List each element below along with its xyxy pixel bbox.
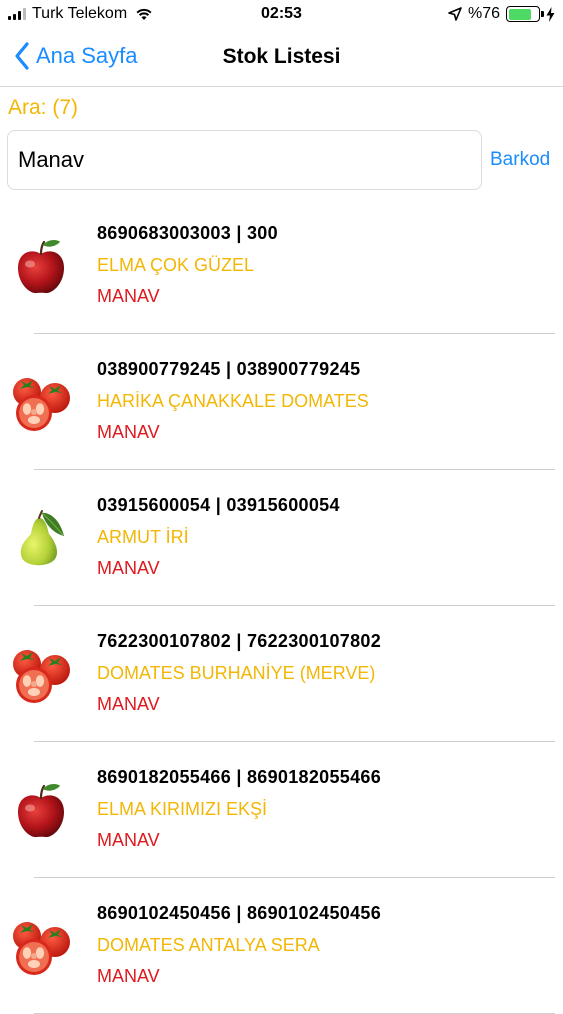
back-button-label: Ana Sayfa: [36, 43, 138, 68]
product-list: 8690683003003 | 300 ELMA ÇOK GÜZEL MANAV 0…: [0, 198, 563, 1014]
search-count-label: Ara: (7): [8, 96, 79, 119]
carrier-name: Turk Telekom: [32, 5, 128, 22]
product-name: DOMATES ANTALYA SERA: [97, 935, 320, 955]
barcode-button[interactable]: Barkod: [490, 149, 550, 171]
battery-icon: [506, 6, 544, 22]
wifi-icon: [136, 8, 152, 20]
list-item[interactable]: 8690102450456 | 8690102450456 DOMATES ANT…: [0, 878, 563, 1014]
location-arrow-icon: [448, 7, 462, 21]
back-button[interactable]: Ana Sayfa: [14, 42, 138, 70]
product-code: 03915600054 | 03915600054: [97, 495, 340, 515]
apple-icon: [10, 236, 72, 298]
status-right: %76: [448, 5, 555, 23]
list-item[interactable]: 03915600054 | 03915600054 ARMUT İRİ MANAV: [0, 470, 563, 606]
charging-bolt-icon: [546, 6, 555, 22]
product-code: 8690102450456 | 8690102450456: [97, 903, 382, 923]
product-category: MANAV: [97, 966, 160, 986]
product-category: MANAV: [97, 422, 160, 442]
product-category: MANAV: [97, 830, 160, 850]
navigation-bar: Ana Sayfa Stok Listesi: [0, 30, 563, 87]
status-bar: Turk Telekom 02:53 %76: [0, 0, 563, 30]
tomato-icon: [10, 916, 72, 978]
list-item[interactable]: 8690683003003 | 300 ELMA ÇOK GÜZEL MANAV: [0, 198, 563, 334]
tomato-icon: [10, 372, 72, 434]
product-code: 8690182055466 | 8690182055466: [97, 767, 382, 787]
product-code: 8690683003003 | 300: [97, 223, 278, 243]
carrier-info: Turk Telekom: [8, 5, 153, 23]
product-name: ELMA ÇOK GÜZEL: [97, 255, 255, 275]
signal-strength-icon: [8, 8, 26, 20]
product-code: 038900779245 | 038900779245: [97, 359, 361, 379]
apple-icon: [10, 780, 72, 842]
product-name: ELMA KIRIMIZI EKŞİ: [97, 799, 268, 819]
list-item[interactable]: 038900779245 | 038900779245 HARİKA ÇANAKK…: [0, 334, 563, 470]
product-name: HARİKA ÇANAKKALE DOMATES: [97, 391, 369, 411]
tomato-icon: [10, 644, 72, 706]
product-code: 7622300107802 | 7622300107802: [97, 631, 382, 651]
product-category: MANAV: [97, 558, 160, 578]
product-name: ARMUT İRİ: [97, 527, 189, 547]
list-item[interactable]: 8690182055466 | 8690182055466 ELMA KIRIMI…: [0, 742, 563, 878]
battery-percent: %76: [467, 5, 500, 22]
list-item[interactable]: 7622300107802 | 7622300107802 DOMATES BUR…: [0, 606, 563, 742]
chevron-left-icon: [15, 42, 29, 70]
product-category: MANAV: [97, 286, 160, 306]
product-name: DOMATES BURHANİYE (MERVE): [97, 663, 376, 683]
product-category: MANAV: [97, 694, 160, 714]
search-input[interactable]: [7, 130, 482, 190]
pear-icon: [10, 508, 72, 570]
